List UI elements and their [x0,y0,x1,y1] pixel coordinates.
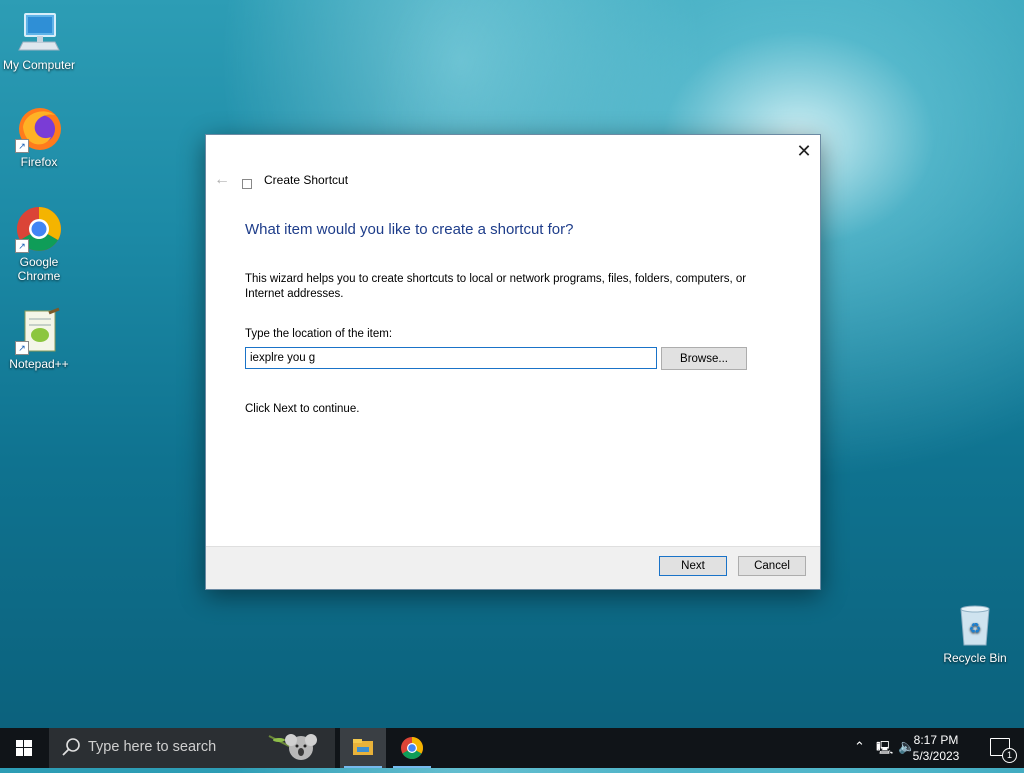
desktop-icon-recycle-bin[interactable]: ♻ Recycle Bin [937,601,1013,665]
search-placeholder: Type here to search [88,739,217,755]
desktop-icon-label: Notepad++ [9,357,69,371]
shortcut-arrow-icon: ↗ [15,341,29,355]
shortcut-arrow-icon: ↗ [15,139,29,153]
dialog-footer: Next Cancel [206,546,820,589]
desktop-icon-label: My Computer [2,58,76,72]
desktop-icon-google-chrome[interactable]: ↗ Google Chrome [1,205,77,283]
location-input[interactable] [245,347,657,369]
windows-logo-icon [16,740,32,756]
wizard-description: This wizard helps you to create shortcut… [245,273,747,300]
start-button[interactable] [0,728,48,768]
taskbar-search-box[interactable]: Type here to search [49,728,335,768]
computer-icon [15,8,63,56]
chrome-icon: ↗ [15,205,63,253]
wizard-heading: What item would you like to create a sho… [245,221,574,238]
chrome-icon [401,737,423,759]
shortcut-wizard-icon [242,179,252,189]
back-arrow-icon[interactable]: ← [214,171,230,189]
firefox-icon: ↗ [15,105,63,153]
location-field-label: Type the location of the item: [245,328,393,340]
chevron-up-icon[interactable]: ⌃ [854,739,865,755]
network-icon[interactable]: 🖳 [876,739,893,761]
create-shortcut-dialog: ✕ ← Create Shortcut What item would you … [205,134,821,590]
next-button[interactable]: Next [659,556,727,576]
system-tray: ⌃ 🖳 🔈 8:17 PM 5/3/2023 1 [824,728,1024,768]
browse-button[interactable]: Browse... [661,347,747,370]
continue-instruction: Click Next to continue. [245,403,360,415]
recycle-bin-icon: ♻ [951,601,999,649]
notification-count: 1 [1002,748,1017,763]
clock-time: 8:17 PM [913,733,959,747]
svg-text:♻: ♻ [969,621,982,637]
window-title: Create Shortcut [264,173,349,187]
desktop-icon-label: Recycle Bin [943,651,1007,665]
desktop-icon-notepad-plus-plus[interactable]: ↗ Notepad++ [1,307,77,371]
taskbar-chrome[interactable] [389,728,435,768]
koala-icon [268,734,317,760]
close-icon[interactable]: ✕ [794,141,814,161]
taskbar: Type here to search ⌃ 🖳 🔈 8:17 PM 5/3/20… [0,728,1024,768]
shortcut-arrow-icon: ↗ [15,239,29,253]
search-icon [62,738,80,756]
clock-date: 5/3/2023 [912,749,960,763]
desktop-icon-label: Google Chrome [17,255,61,283]
notepad-plus-plus-icon: ↗ [15,307,63,355]
desktop-icon-firefox[interactable]: ↗ Firefox [1,105,77,169]
desktop-icon-label: Firefox [20,155,58,169]
clock[interactable]: 8:17 PM 5/3/2023 [906,732,966,764]
desktop-icon-my-computer[interactable]: My Computer [1,8,77,72]
notification-center-icon[interactable]: 1 [990,738,1017,763]
folder-icon [353,739,373,755]
taskbar-file-explorer[interactable] [340,728,386,768]
cancel-button[interactable]: Cancel [738,556,806,576]
